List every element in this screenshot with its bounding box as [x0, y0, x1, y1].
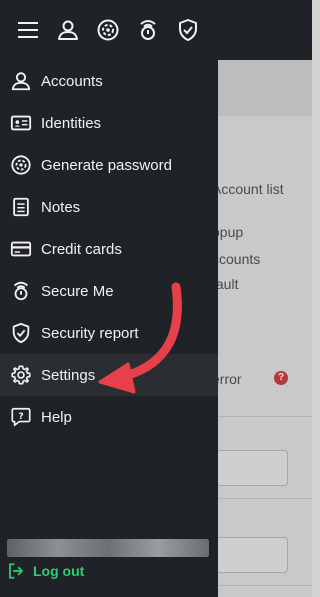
- background-input-box: [214, 537, 288, 573]
- background-divider: [218, 585, 312, 586]
- menu-item-accounts[interactable]: Accounts: [0, 60, 218, 102]
- password-generator-icon: [11, 155, 31, 175]
- secure-me-icon[interactable]: [136, 18, 160, 42]
- background-header: [218, 60, 312, 116]
- top-toolbar: [0, 0, 218, 60]
- security-shield-icon: [12, 322, 30, 344]
- menu-item-identities[interactable]: Identities: [0, 102, 218, 144]
- menu-item-label: Accounts: [41, 72, 103, 90]
- user-icon[interactable]: [56, 18, 80, 42]
- menu-item-label: Settings: [41, 366, 96, 384]
- credit-card-icon: [10, 241, 32, 257]
- hamburger-menu-icon[interactable]: [16, 18, 40, 42]
- navigation-drawer: Accounts Identities Generate password No…: [0, 60, 218, 597]
- notes-icon: [13, 197, 29, 217]
- menu-item-notes[interactable]: Notes: [0, 186, 218, 228]
- logout-label: Log out: [33, 563, 85, 579]
- blurred-account-email: [7, 539, 209, 557]
- menu-item-settings[interactable]: Settings: [0, 354, 218, 396]
- logout-button[interactable]: Log out: [7, 559, 84, 583]
- menu-item-help[interactable]: ? Help: [0, 396, 218, 438]
- background-text-account-list: Account list: [212, 181, 284, 197]
- menu-item-label: Notes: [41, 198, 81, 216]
- menu-item-label: Credit cards: [41, 240, 122, 258]
- id-card-icon: [10, 115, 32, 131]
- menu-item-label: Secure Me: [41, 282, 114, 300]
- password-generator-icon[interactable]: [96, 18, 120, 42]
- logout-icon: [9, 563, 24, 579]
- background-divider: [218, 498, 312, 499]
- background-text-accounts: ccounts: [212, 251, 261, 267]
- security-shield-icon[interactable]: [176, 18, 200, 42]
- menu-item-label: Security report: [41, 324, 139, 342]
- help-icon: ?: [11, 407, 31, 427]
- help-badge-icon: ?: [274, 371, 288, 385]
- menu-item-label: Help: [41, 408, 72, 426]
- svg-text:?: ?: [18, 411, 23, 422]
- background-panel: [218, 60, 312, 597]
- menu-item-credit-cards[interactable]: Credit cards: [0, 228, 218, 270]
- user-icon: [11, 72, 31, 91]
- menu-item-label: Identities: [41, 114, 102, 132]
- background-input-box: [214, 450, 288, 486]
- background-divider: [218, 416, 312, 417]
- gear-icon: [11, 365, 31, 385]
- secure-me-icon: [13, 281, 29, 301]
- menu-item-label: Generate password: [41, 156, 172, 174]
- menu-item-secure-me[interactable]: Secure Me: [0, 270, 218, 312]
- menu-item-generate-password[interactable]: Generate password: [0, 144, 218, 186]
- menu-item-security-report[interactable]: Security report: [0, 312, 218, 354]
